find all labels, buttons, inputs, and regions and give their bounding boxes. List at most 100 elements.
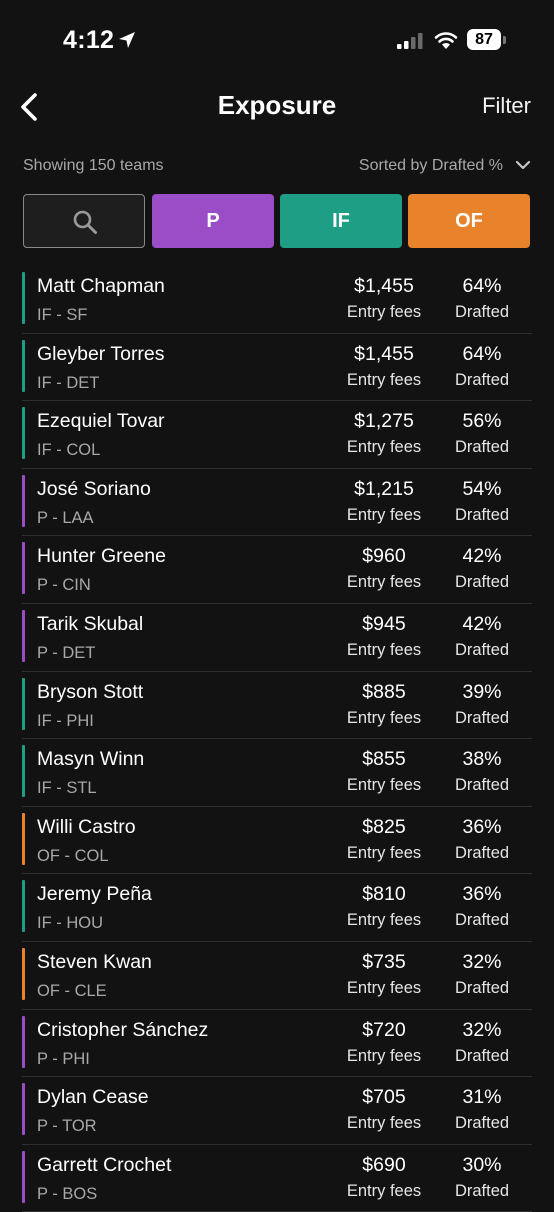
player-position-team: P - PHI <box>37 1049 90 1068</box>
drafted-percent-label: Drafted <box>454 776 510 795</box>
search-icon <box>73 210 97 234</box>
player-name: Gleyber Torres <box>37 342 165 365</box>
position-color-bar <box>22 677 25 730</box>
drafted-percent-label: Drafted <box>454 1046 510 1065</box>
drafted-percent-value: 64% <box>462 275 502 297</box>
player-row[interactable]: Jeremy Peña IF - HOU $810 Entry fees 36% Draf… <box>22 874 532 942</box>
player-row[interactable]: Garrett Crochet P - BOS $690 Entry fees 30% D… <box>22 1145 532 1212</box>
player-position-team: P - CIN <box>37 576 91 595</box>
player-position-team: IF - STL <box>37 779 97 798</box>
drafted-percent-label: Drafted <box>454 911 510 930</box>
player-row[interactable]: Masyn Winn IF - STL $855 Entry fees 38% Draft… <box>22 739 532 807</box>
entry-fee-label: Entry fees <box>346 505 422 524</box>
entry-fee-label: Entry fees <box>346 843 422 862</box>
battery-tip <box>503 36 506 44</box>
player-position-team: OF - COL <box>37 846 109 865</box>
position-color-bar <box>22 542 25 595</box>
position-color-bar <box>22 1083 25 1136</box>
player-name: Matt Chapman <box>37 275 165 297</box>
entry-fee-value: $1,455 <box>354 342 414 365</box>
nav-bar: Exposure Filter <box>0 80 554 132</box>
player-row[interactable]: Tarik Skubal P - DET $945 Entry fees 42% Draf… <box>22 604 532 672</box>
drafted-percent-label: Drafted <box>454 979 510 997</box>
player-position-team: P - BOS <box>37 1184 98 1203</box>
drafted-percent-value: 36% <box>462 883 502 906</box>
player-position-team: IF - PHI <box>37 711 94 730</box>
filter-outfield-button[interactable]: OF <box>408 194 530 248</box>
player-row[interactable]: José Soriano P - LAA $1,215 Entry fees 54% Dr… <box>22 469 532 537</box>
player-row[interactable]: Bryson Stott IF - PHI $885 Entry fees 39% Dra… <box>22 672 532 740</box>
position-color-bar <box>22 339 25 392</box>
drafted-percent-label: Drafted <box>454 1181 510 1200</box>
player-row[interactable]: Gleyber Torres IF - DET $1,455 Entry fees 64… <box>22 334 532 402</box>
player-name: Garrett Crochet <box>37 1153 172 1176</box>
drafted-percent-label: Drafted <box>454 641 510 659</box>
entry-fee-value: $825 <box>362 815 406 838</box>
entry-fee-label: Entry fees <box>346 438 422 457</box>
player-name: Hunter Greene <box>37 545 166 568</box>
battery-level: 87 <box>467 29 501 50</box>
entry-fee-label: Entry fees <box>346 303 422 321</box>
player-position-team: OF - CLE <box>37 982 107 1000</box>
drafted-percent-value: 38% <box>462 748 502 771</box>
player-position-team: P - TOR <box>37 1117 97 1136</box>
player-row[interactable]: Dylan Cease P - TOR $705 Entry fees 31% Draft… <box>22 1077 532 1145</box>
entry-fee-label: Entry fees <box>346 708 422 727</box>
drafted-percent-value: 36% <box>462 815 502 838</box>
entry-fee-label: Entry fees <box>346 641 422 659</box>
sort-selector[interactable]: Sorted by Drafted % <box>359 157 503 175</box>
drafted-percent-value: 42% <box>462 545 502 568</box>
drafted-percent-label: Drafted <box>454 708 510 727</box>
chevron-down-icon[interactable] <box>515 159 531 171</box>
player-row[interactable]: Willi Castro OF - COL $825 Entry fees 36% Dra… <box>22 807 532 875</box>
entry-fee-value: $705 <box>362 1086 406 1109</box>
drafted-percent-value: 39% <box>462 680 502 703</box>
position-color-bar <box>22 474 25 527</box>
player-name: Jeremy Peña <box>37 883 152 906</box>
position-color-bar <box>22 812 25 865</box>
list-meta-row: Showing 150 teams Sorted by Drafted % <box>23 155 531 179</box>
player-row[interactable]: Cristopher Sánchez P - PHI $720 Entry fees 3… <box>22 1010 532 1078</box>
position-color-bar <box>22 745 25 798</box>
entry-fee-label: Entry fees <box>346 370 422 389</box>
player-name: Cristopher Sánchez <box>37 1018 209 1041</box>
drafted-percent-label: Drafted <box>454 843 510 862</box>
entry-fee-value: $810 <box>362 883 406 906</box>
drafted-percent-label: Drafted <box>454 303 510 321</box>
search-button[interactable] <box>23 194 145 248</box>
drafted-percent-label: Drafted <box>454 1114 510 1133</box>
drafted-percent-value: 32% <box>462 951 502 973</box>
entry-fee-value: $855 <box>362 748 406 771</box>
drafted-percent-value: 31% <box>462 1086 502 1109</box>
player-row[interactable]: Matt Chapman IF - SF $1,455 Entry fees 64% Dr… <box>22 266 532 334</box>
player-position-team: IF - HOU <box>37 914 103 933</box>
entry-fee-label: Entry fees <box>346 776 422 795</box>
entry-fee-label: Entry fees <box>346 911 422 930</box>
drafted-percent-label: Drafted <box>454 370 510 389</box>
showing-count: Showing 150 teams <box>23 157 164 174</box>
drafted-percent-label: Drafted <box>454 573 510 592</box>
entry-fee-label: Entry fees <box>346 573 422 592</box>
player-position-team: P - LAA <box>37 508 94 527</box>
player-row[interactable]: Hunter Greene P - CIN $960 Entry fees 42% Dra… <box>22 536 532 604</box>
filter-pitchers-button[interactable]: P <box>152 194 274 248</box>
player-row[interactable]: Ezequiel Tovar IF - COL $1,275 Entry fees 56… <box>22 401 532 469</box>
filter-button[interactable]: Filter <box>482 93 531 119</box>
filter-infield-button[interactable]: IF <box>280 194 402 248</box>
player-name: Steven Kwan <box>37 951 152 973</box>
position-color-bar <box>22 272 25 324</box>
wifi-icon <box>434 32 458 49</box>
entry-fee-label: Entry fees <box>346 1046 422 1065</box>
player-row[interactable]: Steven Kwan OF - CLE $735 Entry fees 32% Draf… <box>22 942 532 1010</box>
entry-fee-value: $1,275 <box>354 410 414 433</box>
player-name: Bryson Stott <box>37 680 144 703</box>
drafted-percent-value: 56% <box>462 410 502 433</box>
entry-fee-value: $690 <box>362 1153 406 1176</box>
entry-fee-value: $720 <box>362 1018 406 1041</box>
player-position-team: P - DET <box>37 644 96 662</box>
player-name: Dylan Cease <box>37 1086 149 1109</box>
status-time: 4:12 <box>63 26 115 54</box>
player-name: Masyn Winn <box>37 748 145 771</box>
cellular-signal-icon <box>397 33 423 49</box>
player-position-team: IF - DET <box>37 373 100 392</box>
